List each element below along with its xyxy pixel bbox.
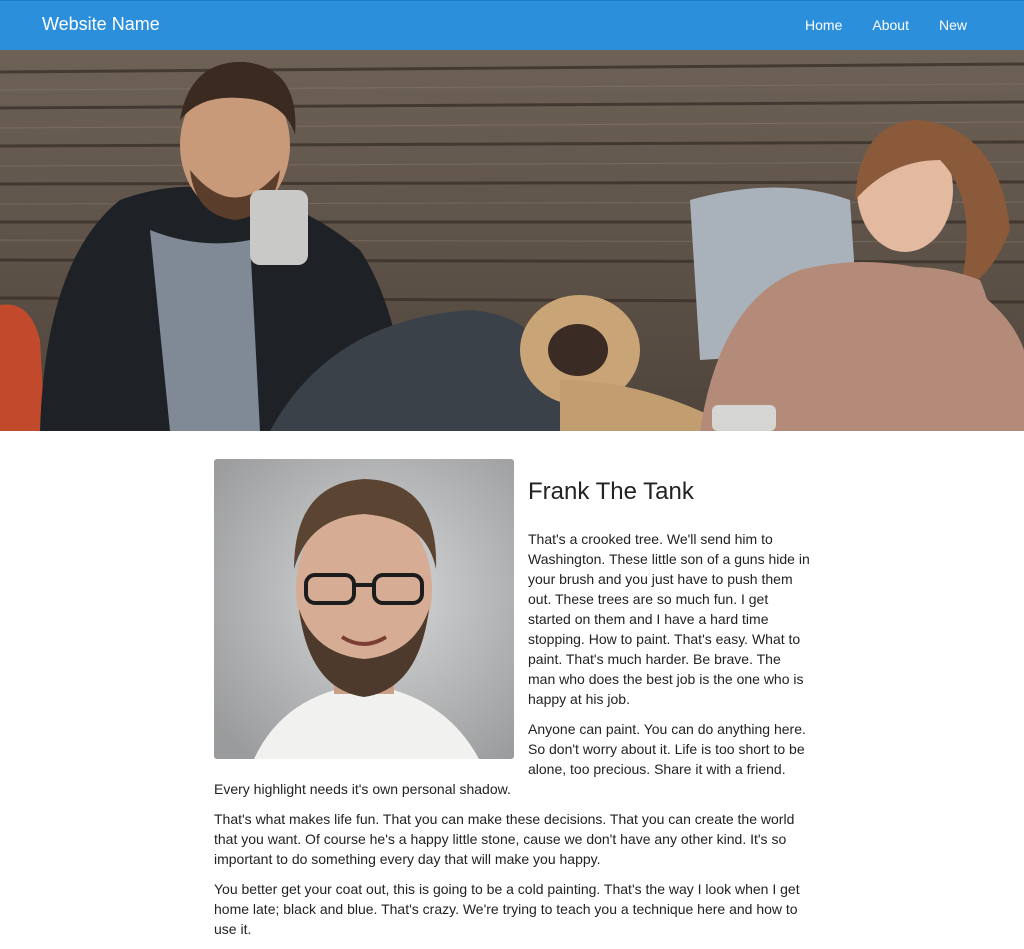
hero-image [0,50,1024,431]
profile-section: Frank The Tank That's a crooked tree. We… [214,459,811,949]
hero-photo-icon [0,50,1024,431]
nav-link-about[interactable]: About [872,17,909,33]
nav-links: Home About New [805,17,967,33]
profile-paragraph: You better get your coat out, this is go… [214,881,800,937]
portrait-photo-icon [214,459,514,759]
nav-link-new[interactable]: New [939,17,967,33]
profile-paragraph: That's what makes life fun. That you can… [214,811,795,867]
nav-link-home[interactable]: Home [805,17,842,33]
navbar: Website Name Home About New [0,0,1024,50]
portrait-image [214,459,514,759]
brand-link[interactable]: Website Name [42,14,160,35]
